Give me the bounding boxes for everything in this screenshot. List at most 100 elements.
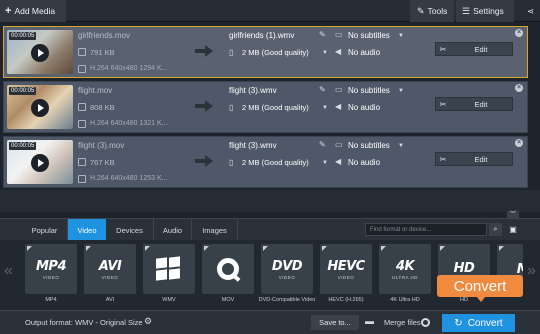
- tools-button[interactable]: ✎ Tools: [410, 0, 454, 22]
- rename-pencil-icon[interactable]: ✎: [319, 85, 326, 94]
- save-to-button[interactable]: Save to...: [311, 315, 359, 330]
- remove-file-icon[interactable]: ×: [515, 84, 523, 92]
- settings-button[interactable]: ☰ Settings: [456, 0, 514, 22]
- edit-label: Edit: [474, 99, 488, 109]
- play-icon[interactable]: [31, 154, 49, 172]
- merge-files-label: Merge files: [384, 318, 421, 327]
- format-logo: AVI: [98, 258, 122, 274]
- format-tile-4k[interactable]: 4K ULTRA HD 4K Ultra HD: [379, 244, 431, 308]
- video-thumbnail[interactable]: 00:00:05: [7, 85, 73, 129]
- detect-device-icon[interactable]: ▣: [506, 223, 520, 236]
- speaker-icon: ◀: [335, 157, 342, 166]
- edit-button[interactable]: ✂ Edit: [435, 97, 513, 111]
- speaker-icon: ◀: [335, 47, 342, 56]
- corner-marker-icon: [499, 246, 504, 251]
- speaker-icon: ◀: [335, 102, 342, 111]
- video-thumbnail[interactable]: 00:00:05: [7, 30, 73, 74]
- file-row[interactable]: 00:00:05 girlfriends.mov 791 KB H.264 64…: [3, 26, 528, 78]
- format-tile-dvd[interactable]: DVD VIDEO DVD-Compatible Video: [259, 244, 315, 308]
- folder-icon[interactable]: ▬: [365, 316, 374, 326]
- format-tile-wmv[interactable]: WMV: [143, 244, 195, 308]
- tab-video[interactable]: Video: [68, 219, 106, 241]
- rename-pencil-icon[interactable]: ✎: [319, 140, 326, 149]
- chevron-down-icon[interactable]: ▼: [322, 160, 328, 166]
- chevron-down-icon[interactable]: ▼: [398, 33, 404, 39]
- subtitles-select[interactable]: No subtitles: [348, 31, 390, 40]
- play-icon[interactable]: [31, 99, 49, 117]
- tab-images[interactable]: Images: [192, 219, 238, 241]
- format-caption: HEVC (H.265): [328, 297, 364, 303]
- edit-label: Edit: [474, 154, 488, 164]
- play-icon[interactable]: [31, 44, 49, 62]
- corner-marker-icon: [145, 246, 150, 251]
- chevron-down-icon[interactable]: ▼: [398, 143, 404, 149]
- format-tile-mp4[interactable]: MP4 VIDEO MP4: [25, 244, 77, 308]
- rename-pencil-icon[interactable]: ✎: [319, 30, 326, 39]
- audio-select[interactable]: No audio: [348, 158, 380, 167]
- info-icon: [78, 65, 86, 73]
- format-logo-sub: VIDEO: [278, 274, 296, 280]
- share-button[interactable]: ⋖: [521, 0, 540, 22]
- source-file-name: flight.mov: [78, 86, 113, 95]
- top-toolbar: + Add Media ✎ Tools ☰ Settings ⋖: [0, 0, 540, 22]
- add-media-button[interactable]: + Add Media: [0, 0, 66, 22]
- merge-files-toggle[interactable]: [421, 318, 430, 327]
- convert-tooltip: Convert: [437, 275, 523, 302]
- search-icon[interactable]: ⌕: [489, 223, 502, 236]
- source-file-info: H.264 640x480 1321 K...: [90, 120, 168, 127]
- duration-badge: 00:00:05: [9, 87, 37, 95]
- output-quality-select[interactable]: 2 MB (Good quality): [242, 103, 309, 112]
- chevron-down-icon[interactable]: ▼: [322, 105, 328, 111]
- format-tile-avi[interactable]: AVI VIDEO AVI: [84, 244, 136, 308]
- arrow-right-icon: [195, 155, 213, 167]
- format-caption: WMV: [162, 297, 176, 303]
- output-quality-select[interactable]: 2 MB (Good quality): [242, 48, 309, 57]
- format-logo: DVD: [271, 258, 303, 274]
- edit-button[interactable]: ✂ Edit: [435, 42, 513, 56]
- file-row[interactable]: 00:00:05 flight.mov 808 KB H.264 640x480…: [3, 81, 528, 133]
- source-file-size: 808 KB: [90, 103, 115, 112]
- chevron-down-icon[interactable]: ▼: [398, 88, 404, 94]
- tab-popular[interactable]: Popular: [22, 219, 68, 241]
- format-search-input[interactable]: Find format or device...: [365, 223, 487, 236]
- format-logo: MP4: [35, 258, 67, 274]
- tab-devices[interactable]: Devices: [106, 219, 154, 241]
- corner-marker-icon: [27, 246, 32, 251]
- subtitles-select[interactable]: No subtitles: [348, 141, 390, 150]
- format-caption: MP4: [45, 297, 57, 303]
- plus-icon: +: [5, 5, 12, 17]
- output-file-name: girlfriends (1).wmv: [229, 31, 295, 40]
- audio-select[interactable]: No audio: [348, 103, 380, 112]
- remove-file-icon[interactable]: ×: [515, 139, 523, 147]
- info-icon: [78, 120, 86, 128]
- audio-select[interactable]: No audio: [348, 48, 380, 57]
- wrench-icon: ✎: [417, 5, 425, 16]
- subtitles-select[interactable]: No subtitles: [348, 86, 390, 95]
- info-icon: [78, 175, 86, 183]
- output-file-name: flight (3).wmv: [229, 141, 277, 150]
- source-file-info: H.264 640x480 1253 K...: [90, 175, 168, 182]
- tab-audio[interactable]: Audio: [154, 219, 192, 241]
- corner-marker-icon: [322, 246, 327, 251]
- format-logo-sub: VIDEO: [42, 274, 60, 280]
- chevron-down-icon[interactable]: ▼: [322, 50, 328, 56]
- corner-marker-icon: [204, 246, 209, 251]
- scroll-right-icon[interactable]: »: [527, 262, 536, 280]
- convert-button[interactable]: ↻ Convert: [442, 314, 515, 332]
- edit-button[interactable]: ✂ Edit: [435, 152, 513, 166]
- video-thumbnail[interactable]: 00:00:05: [7, 140, 73, 184]
- scroll-left-icon[interactable]: «: [4, 262, 13, 280]
- scissors-icon: ✂: [439, 99, 447, 109]
- menu-icon: ☰: [462, 5, 471, 16]
- source-file-size: 767 KB: [90, 158, 115, 167]
- format-tile-mov[interactable]: MOV: [202, 244, 254, 308]
- format-logo: HEVC: [327, 258, 365, 274]
- scissors-icon: ✂: [439, 154, 447, 164]
- share-icon: ⋖: [526, 5, 535, 16]
- format-tile-hevc[interactable]: HEVC VIDEO HEVC (H.265): [320, 244, 372, 308]
- corner-marker-icon: [440, 246, 445, 251]
- remove-file-icon[interactable]: ×: [515, 29, 523, 37]
- output-quality-select[interactable]: 2 MB (Good quality): [242, 158, 309, 167]
- file-row[interactable]: 00:00:05 flight (3).mov 767 KB H.264 640…: [3, 136, 528, 188]
- gear-icon[interactable]: ⚙: [144, 316, 152, 327]
